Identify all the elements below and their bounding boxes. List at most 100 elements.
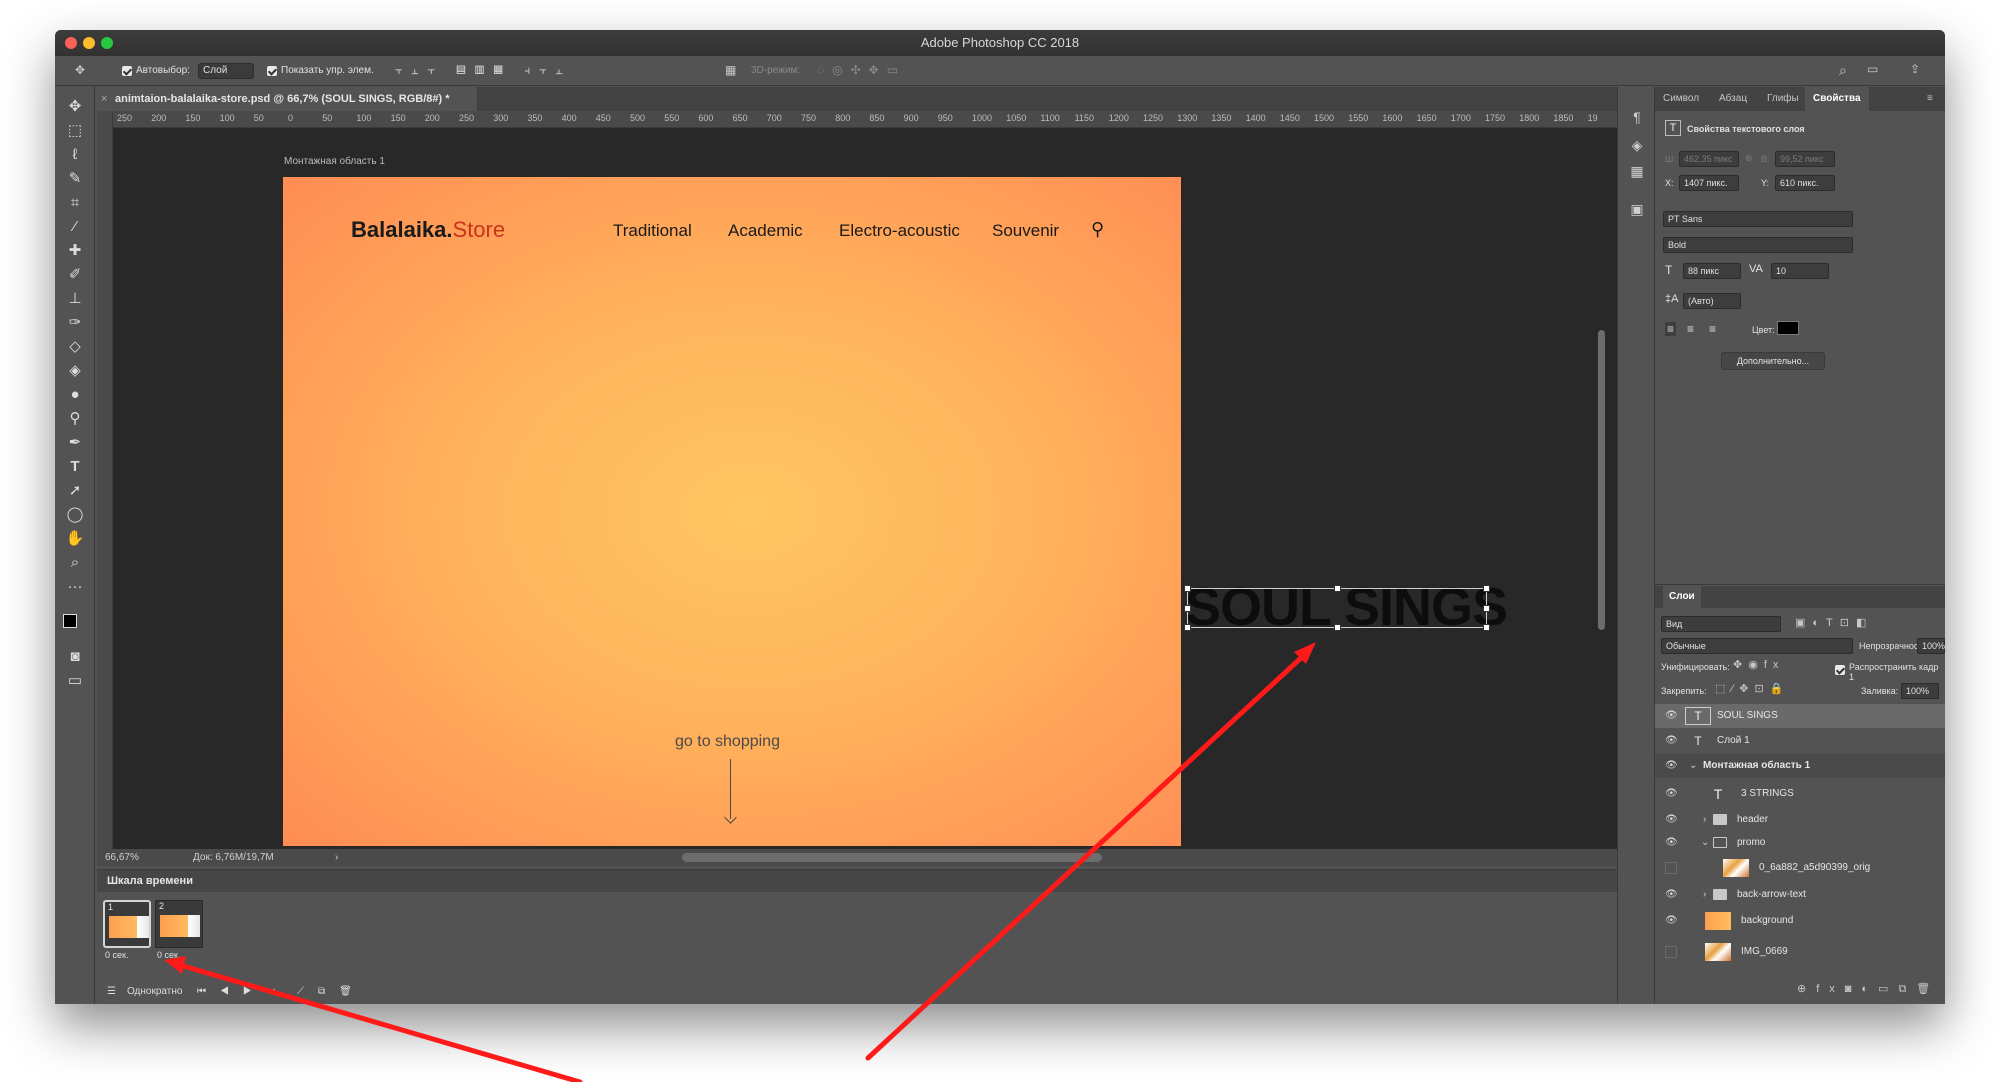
layer-filter-select[interactable]: Вид (1661, 616, 1781, 632)
transform-handle[interactable] (1334, 585, 1341, 592)
zoom-level[interactable]: 66,67% (105, 849, 139, 866)
transform-handle[interactable] (1184, 585, 1191, 592)
hand-tool-icon[interactable]: ✋ (63, 528, 87, 550)
autoselect-checkbox[interactable] (122, 66, 132, 77)
font-style-select[interactable]: Bold (1663, 237, 1853, 253)
move-tool-icon[interactable]: ✥ (75, 63, 85, 77)
layer-name[interactable]: 0_6a882_a5d90399_orig (1759, 856, 1870, 880)
visibility-eye-icon[interactable]: 👁 (1665, 735, 1678, 747)
maximize-window-button[interactable] (101, 37, 113, 49)
align-icons[interactable]: ⫟⫠⫟ ▤▥▦ ⫞⫟⫠ (395, 63, 572, 78)
path-select-icon[interactable]: ➚ (63, 480, 87, 502)
vertical-scrollbar[interactable] (1598, 330, 1605, 630)
x-position-field[interactable]: 1407 пикс. (1679, 175, 1739, 191)
layers-title[interactable]: Слои (1663, 586, 1701, 608)
layer-row[interactable]: 👁 ⌄ Монтажная область 1 (1655, 754, 1945, 778)
quick-select-icon[interactable]: ✎ (63, 168, 87, 190)
font-size-field[interactable]: 88 пикс (1683, 263, 1741, 279)
document-tab[interactable]: × animtaion-balalaika-store.psd @ 66,7% … (97, 87, 477, 111)
workspace-icon[interactable]: ▭ (1867, 62, 1878, 76)
layer-row[interactable]: 👁 › header (1655, 808, 1945, 832)
stamp-tool-icon[interactable]: ⊥ (63, 288, 87, 310)
ellipse-tool-icon[interactable]: ◯ (63, 504, 87, 526)
layer-filter-icons[interactable]: ▣◐T⊡◧ (1795, 616, 1873, 629)
link-icon[interactable]: ⊕ (1745, 153, 1753, 164)
crop-tool-icon[interactable]: ⌗ (63, 192, 87, 214)
move-tool-icon[interactable]: ✥ (63, 96, 87, 118)
layer-name[interactable]: Монтажная область 1 (1703, 754, 1810, 778)
playback-controls-icon[interactable]: ⏮◀▶⏭ (197, 980, 289, 1004)
paint-bucket-icon[interactable]: ◈ (63, 360, 87, 382)
tracking-field[interactable]: 10 (1771, 263, 1829, 279)
status-menu-chevron-icon[interactable]: › (335, 849, 338, 866)
marquee-tool-icon[interactable]: ⬚ (63, 120, 87, 142)
blend-mode-select[interactable]: Обычные (1661, 638, 1853, 654)
screen-mode-icon[interactable]: ▭ (63, 670, 87, 692)
frame-delay[interactable]: 0 сек. (105, 950, 128, 960)
frame-delay[interactable]: 0 сек. (157, 950, 180, 960)
quick-mask-icon[interactable]: ◙ (63, 646, 87, 668)
layer-name[interactable]: promo (1737, 831, 1765, 855)
3d-icon[interactable]: ◈ (1627, 137, 1647, 157)
visibility-eye-icon[interactable]: 👁 (1665, 889, 1678, 901)
share-icon[interactable]: ⇪ (1910, 62, 1920, 76)
visibility-eye-icon[interactable]: 👁 (1665, 814, 1678, 826)
height-field[interactable]: 99,52 пикс (1775, 151, 1835, 167)
visibility-eye-icon[interactable]: 👁 (1665, 837, 1678, 849)
brush-tool-icon[interactable]: ✐ (63, 264, 87, 286)
expand-chevron-icon[interactable]: › (1703, 883, 1706, 907)
3d-tools-icons[interactable]: ◌◎✣✥▭ (817, 63, 906, 77)
timeline-frame-1[interactable]: 1 (103, 900, 151, 948)
tab-character[interactable]: Символ (1663, 87, 1699, 111)
expand-chevron-icon[interactable]: ⌄ (1689, 754, 1697, 778)
dodge-tool-icon[interactable]: ⚲ (63, 408, 87, 430)
tab-glyphs[interactable]: Глифы (1767, 87, 1799, 111)
artboard-label[interactable]: Монтажная область 1 (284, 156, 385, 167)
layer-row[interactable]: 👁 ⌄ promo (1655, 831, 1945, 855)
transform-handle[interactable] (1483, 624, 1490, 631)
unify-icons[interactable]: ✥◉fx (1733, 658, 1784, 671)
frame-actions-icon[interactable]: ⟋⧉🗑 (297, 980, 366, 1004)
autoselect-dropdown[interactable]: Слой (198, 63, 254, 79)
blur-tool-icon[interactable]: ● (63, 384, 87, 406)
layer-row[interactable]: 👁 T SOUL SINGS (1655, 704, 1945, 728)
width-field[interactable]: 462,35 пикс (1679, 151, 1739, 167)
opacity-field[interactable]: 100% (1917, 638, 1945, 654)
text-color-swatch[interactable] (1777, 321, 1799, 335)
lasso-tool-icon[interactable]: ℓ (63, 144, 87, 166)
layer-row[interactable]: 👁 background (1655, 909, 1945, 933)
minimize-window-button[interactable] (83, 37, 95, 49)
lock-icons[interactable]: ⬚⁄✥⊡🔒 (1715, 682, 1789, 695)
transform-handle[interactable] (1184, 624, 1191, 631)
horizontal-scrollbar[interactable] (682, 853, 1102, 862)
font-family-select[interactable]: PT Sans (1663, 211, 1853, 227)
layer-row[interactable]: 👁 › back-arrow-text (1655, 883, 1945, 907)
healing-brush-icon[interactable]: ✚ (63, 240, 87, 262)
transform-bounding-box[interactable] (1184, 585, 1490, 631)
propagate-checkbox[interactable] (1835, 661, 1845, 679)
visibility-eye-icon[interactable]: 👁 (1665, 760, 1678, 772)
layer-name[interactable]: 3 STRINGS (1741, 782, 1794, 806)
layer-row[interactable]: 👁 T 3 STRINGS (1655, 782, 1945, 806)
foreground-color-swatch[interactable] (63, 614, 77, 628)
panel-menu-icon[interactable]: ≡ (1927, 87, 1933, 111)
expand-chevron-icon[interactable]: ⌄ (1701, 831, 1709, 855)
grid-icon[interactable]: ▦ (1627, 163, 1647, 183)
fill-field[interactable]: 100% (1901, 683, 1939, 699)
layer-row[interactable]: 0_6a882_a5d90399_orig (1655, 856, 1945, 880)
more-tools-icon[interactable]: ··· (63, 576, 87, 598)
transform-handle[interactable] (1184, 605, 1191, 612)
tab-properties[interactable]: Свойства (1805, 87, 1869, 111)
eraser-tool-icon[interactable]: ◇ (63, 336, 87, 358)
layer-row[interactable]: 👁 T Слой 1 (1655, 729, 1945, 753)
more-options-button[interactable]: Дополнительно... (1721, 352, 1825, 370)
leading-field[interactable]: (Авто) (1683, 293, 1741, 309)
close-tab-icon[interactable]: × (101, 87, 107, 111)
layer-name[interactable]: back-arrow-text (1737, 883, 1806, 907)
align-right-icon[interactable]: ≡ (1709, 322, 1716, 336)
distribute-icon[interactable]: ▦ (725, 63, 736, 77)
y-position-field[interactable]: 610 пикс. (1775, 175, 1835, 191)
visibility-eye-icon[interactable]: 👁 (1665, 710, 1678, 722)
convert-timeline-icon[interactable]: ☰ (107, 980, 116, 1004)
transform-handle[interactable] (1483, 585, 1490, 592)
